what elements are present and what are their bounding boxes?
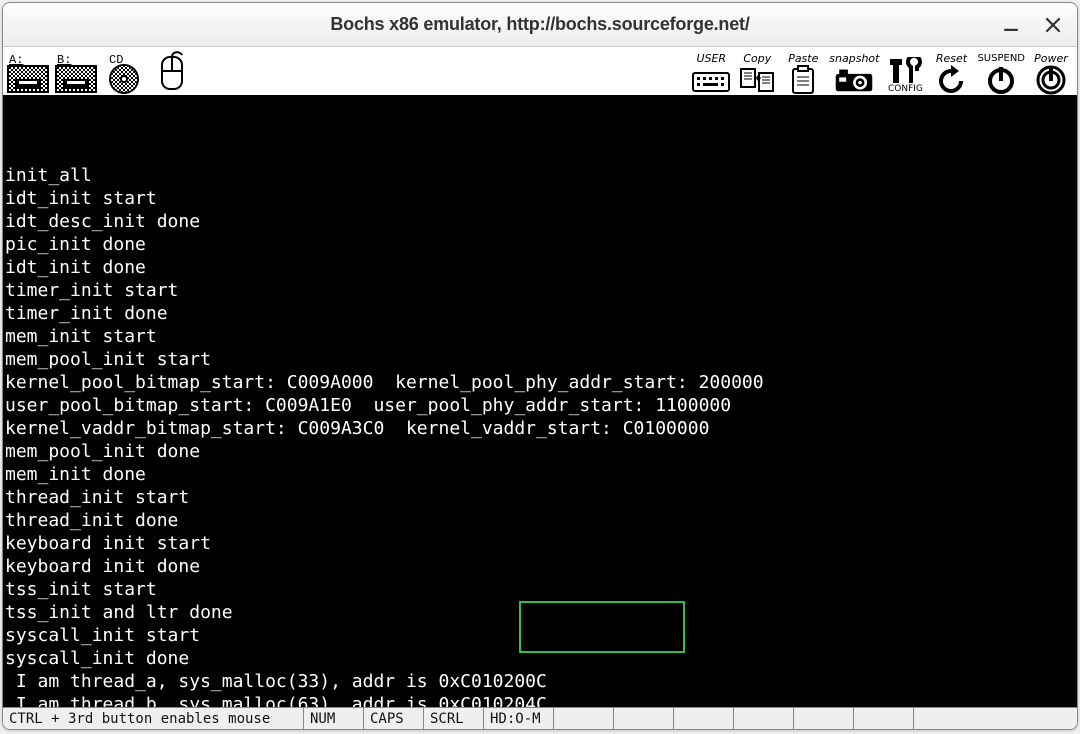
terminal-line: timer_init done bbox=[5, 302, 1077, 325]
titlebar: Bochs x86 emulator, http://bochs.sourcef… bbox=[3, 3, 1077, 47]
mouse-toggle-button[interactable] bbox=[149, 49, 195, 95]
status-scrl: SCRL bbox=[423, 708, 483, 729]
status-caps: CAPS bbox=[363, 708, 423, 729]
status-spacer bbox=[913, 708, 973, 729]
svg-text:B:: B: bbox=[57, 53, 71, 67]
floppy-b-icon: B: bbox=[53, 51, 99, 95]
terminal-line: idt_desc_init done bbox=[5, 210, 1077, 233]
minimize-icon bbox=[1002, 16, 1020, 34]
user-label: USER bbox=[696, 53, 726, 64]
mouse-icon bbox=[149, 51, 195, 95]
keyboard-icon bbox=[691, 65, 731, 95]
status-spacer bbox=[733, 708, 793, 729]
terminal-line: mem_init done bbox=[5, 463, 1077, 486]
cdrom-icon: CD bbox=[101, 51, 147, 95]
minimize-button[interactable] bbox=[999, 13, 1023, 37]
status-spacer bbox=[613, 708, 673, 729]
paste-icon bbox=[783, 65, 823, 95]
drive-b-button[interactable]: B: bbox=[53, 49, 99, 95]
terminal-line: I am thread_b, sys_malloc(63), addr is 0… bbox=[5, 693, 1077, 707]
highlight-box bbox=[519, 601, 685, 653]
paste-label: Paste bbox=[788, 53, 818, 64]
status-spacer bbox=[853, 708, 913, 729]
paste-button[interactable]: Paste bbox=[781, 49, 825, 95]
terminal-line: keyboard init done bbox=[5, 555, 1077, 578]
close-button[interactable] bbox=[1041, 13, 1065, 37]
terminal-line: thread_init done bbox=[5, 509, 1077, 532]
reset-button[interactable]: Reset bbox=[929, 49, 973, 95]
copy-icon bbox=[737, 65, 777, 95]
status-spacer bbox=[553, 708, 613, 729]
status-spacer bbox=[673, 708, 733, 729]
terminal-line: I am thread_a, sys_malloc(33), addr is 0… bbox=[5, 670, 1077, 693]
copy-button[interactable]: Copy bbox=[735, 49, 779, 95]
suspend-label: SUSPEND bbox=[977, 54, 1025, 64]
terminal-output: init_allidt_init startidt_desc_init done… bbox=[3, 95, 1077, 707]
drive-a-button[interactable]: A: bbox=[5, 49, 51, 95]
status-num: NUM bbox=[303, 708, 363, 729]
user-button[interactable]: USER bbox=[689, 49, 733, 95]
copy-label: Copy bbox=[743, 53, 771, 64]
window: Bochs x86 emulator, http://bochs.sourcef… bbox=[2, 2, 1078, 730]
terminal-line: mem_pool_init start bbox=[5, 348, 1077, 371]
status-mouse-hint: CTRL + 3rd button enables mouse bbox=[3, 708, 303, 729]
status-hd: HD:O-M bbox=[483, 708, 553, 729]
snapshot-label: snapshot bbox=[829, 53, 879, 64]
terminal-line: thread_init start bbox=[5, 486, 1077, 509]
suspend-button[interactable]: SUSPEND bbox=[975, 49, 1027, 95]
config-button[interactable]: CONFIG bbox=[883, 49, 927, 95]
svg-text:A:: A: bbox=[9, 53, 23, 67]
config-label: CONFIG bbox=[888, 85, 923, 94]
reset-icon bbox=[931, 65, 971, 95]
terminal-line: kernel_vaddr_bitmap_start: C009A3C0 kern… bbox=[5, 417, 1077, 440]
terminal-line: kernel_pool_bitmap_start: C009A000 kerne… bbox=[5, 371, 1077, 394]
toolbar: A: B: CD USER bbox=[3, 47, 1077, 95]
floppy-a-icon: A: bbox=[5, 51, 51, 95]
camera-icon bbox=[834, 65, 874, 95]
tools-icon bbox=[885, 57, 925, 85]
terminal-line: tss_init start bbox=[5, 578, 1077, 601]
terminal-line: mem_init start bbox=[5, 325, 1077, 348]
drive-cd-button[interactable]: CD bbox=[101, 49, 147, 95]
power-label: Power bbox=[1034, 53, 1068, 64]
toolbar-left: A: B: CD bbox=[5, 49, 195, 95]
power-button[interactable]: Power bbox=[1029, 49, 1073, 95]
terminal-line: init_all bbox=[5, 164, 1077, 187]
toolbar-right: USER Copy Paste snapshot bbox=[689, 49, 1073, 95]
terminal-line: user_pool_bitmap_start: C009A1E0 user_po… bbox=[5, 394, 1077, 417]
terminal-line: pic_init done bbox=[5, 233, 1077, 256]
terminal-line: mem_pool_init done bbox=[5, 440, 1077, 463]
window-title: Bochs x86 emulator, http://bochs.sourcef… bbox=[330, 14, 749, 35]
close-icon bbox=[1044, 16, 1062, 34]
window-controls bbox=[999, 3, 1065, 47]
terminal-line: idt_init start bbox=[5, 187, 1077, 210]
reset-label: Reset bbox=[936, 53, 967, 64]
suspend-icon bbox=[981, 65, 1021, 95]
status-spacer bbox=[793, 708, 853, 729]
snapshot-button[interactable]: snapshot bbox=[827, 49, 881, 95]
terminal-line: idt_init done bbox=[5, 256, 1077, 279]
power-icon bbox=[1031, 65, 1071, 95]
status-bar: CTRL + 3rd button enables mouse NUM CAPS… bbox=[3, 707, 1077, 729]
terminal-line: keyboard init start bbox=[5, 532, 1077, 555]
terminal-line: timer_init start bbox=[5, 279, 1077, 302]
